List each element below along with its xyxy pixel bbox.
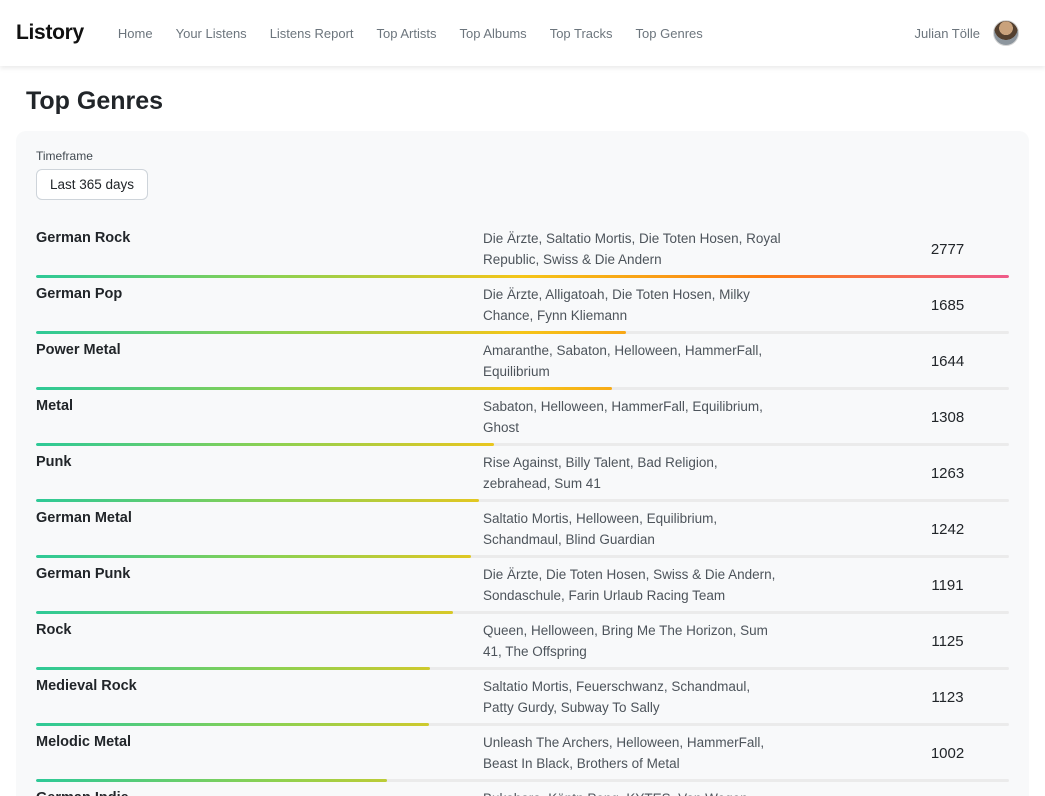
genre-row-content: RockQueen, Helloween, Bring Me The Horiz…: [36, 614, 1009, 667]
nav-item-top-albums[interactable]: Top Albums: [459, 26, 526, 41]
genre-row-content: German PopDie Ärzte, Alligatoah, Die Tot…: [36, 278, 1009, 331]
genre-row: German MetalSaltatio Mortis, Helloween, …: [36, 502, 1009, 558]
app-logo[interactable]: Listory: [16, 21, 84, 45]
genre-bar-track: [36, 275, 1009, 278]
genre-artists: Saltatio Mortis, Feuerschwanz, Schandmau…: [483, 676, 783, 718]
genre-artists: Queen, Helloween, Bring Me The Horizon, …: [483, 620, 783, 662]
genre-bar-fill: [36, 723, 429, 726]
nav-item-top-tracks[interactable]: Top Tracks: [550, 26, 613, 41]
genre-name: Melodic Metal: [36, 732, 483, 750]
genre-artists: Sabaton, Helloween, HammerFall, Equilibr…: [483, 396, 783, 438]
genre-bar-fill: [36, 555, 471, 558]
genre-artists: Amaranthe, Sabaton, Helloween, HammerFal…: [483, 340, 783, 382]
genre-bar-track: [36, 779, 1009, 782]
genre-name: German Pop: [36, 284, 483, 302]
genre-bar-track: [36, 387, 1009, 390]
nav-item-home[interactable]: Home: [118, 26, 153, 41]
genre-artists: Saltatio Mortis, Helloween, Equilibrium,…: [483, 508, 783, 550]
genre-name: German Punk: [36, 564, 483, 582]
nav-item-your-listens[interactable]: Your Listens: [176, 26, 247, 41]
nav-item-top-artists[interactable]: Top Artists: [377, 26, 437, 41]
genre-count: 1123: [886, 689, 1009, 706]
genres-table: German RockDie Ärzte, Saltatio Mortis, D…: [36, 222, 1009, 796]
genre-row: Power MetalAmaranthe, Sabaton, Helloween…: [36, 334, 1009, 390]
genre-name: German Rock: [36, 228, 483, 246]
genre-row: PunkRise Against, Billy Talent, Bad Reli…: [36, 446, 1009, 502]
genre-row-content: German RockDie Ärzte, Saltatio Mortis, D…: [36, 222, 1009, 275]
genre-name: Power Metal: [36, 340, 483, 358]
genre-artists: Bukahara, Käptn Peng, KYTES, Von Wegen L…: [483, 788, 783, 796]
genre-row-content: German IndieBukahara, Käptn Peng, KYTES,…: [36, 782, 1009, 796]
genre-bar-track: [36, 555, 1009, 558]
genre-count: 1308: [886, 409, 1009, 426]
genre-bar-fill: [36, 275, 1009, 278]
genre-row-content: PunkRise Against, Billy Talent, Bad Reli…: [36, 446, 1009, 499]
genre-bar-track: [36, 331, 1009, 334]
genre-bar-fill: [36, 779, 387, 782]
nav-item-listens-report[interactable]: Listens Report: [270, 26, 354, 41]
user-name[interactable]: Julian Tölle: [914, 26, 980, 41]
genre-row: Melodic MetalUnleash The Archers, Hellow…: [36, 726, 1009, 782]
genre-bar-track: [36, 499, 1009, 502]
page-title: Top Genres: [26, 87, 1045, 116]
genre-row: German IndieBukahara, Käptn Peng, KYTES,…: [36, 782, 1009, 796]
genre-name: Medieval Rock: [36, 676, 483, 694]
main-content: Top Genres Timeframe Last 365 days Germa…: [0, 87, 1045, 796]
timeframe-label: Timeframe: [36, 149, 1009, 163]
top-genres-panel: Timeframe Last 365 days German RockDie Ä…: [16, 131, 1029, 796]
genre-row-content: German PunkDie Ärzte, Die Toten Hosen, S…: [36, 558, 1009, 611]
genre-row-content: Power MetalAmaranthe, Sabaton, Helloween…: [36, 334, 1009, 387]
genre-artists: Die Ärzte, Alligatoah, Die Toten Hosen, …: [483, 284, 783, 326]
genre-artists: Unleash The Archers, Helloween, HammerFa…: [483, 732, 783, 774]
genre-count: 1644: [886, 353, 1009, 370]
genre-artists: Rise Against, Billy Talent, Bad Religion…: [483, 452, 783, 494]
genre-count: 1242: [886, 521, 1009, 538]
nav-links: Home Your Listens Listens Report Top Artist…: [118, 26, 915, 41]
genre-bar-track: [36, 667, 1009, 670]
genre-row-content: Medieval RockSaltatio Mortis, Feuerschwa…: [36, 670, 1009, 723]
genre-bar-fill: [36, 611, 453, 614]
user-avatar[interactable]: [993, 20, 1019, 46]
genre-row: MetalSabaton, Helloween, HammerFall, Equ…: [36, 390, 1009, 446]
genre-name: German Indie: [36, 788, 483, 796]
genre-bar-track: [36, 443, 1009, 446]
genre-count: 1191: [886, 577, 1009, 594]
genre-bar-fill: [36, 499, 479, 502]
genre-count: 1263: [886, 465, 1009, 482]
timeframe-value: Last 365 days: [50, 177, 134, 192]
genre-name: Metal: [36, 396, 483, 414]
genre-count: 1125: [886, 633, 1009, 650]
genre-bar-track: [36, 611, 1009, 614]
genre-artists: Die Ärzte, Saltatio Mortis, Die Toten Ho…: [483, 228, 783, 270]
top-navbar: Listory Home Your Listens Listens Report To…: [0, 0, 1045, 66]
genre-bar-fill: [36, 667, 430, 670]
genre-name: German Metal: [36, 508, 483, 526]
genre-row-content: MetalSabaton, Helloween, HammerFall, Equ…: [36, 390, 1009, 443]
nav-user-area: Julian Tölle: [914, 20, 1019, 46]
nav-item-top-genres[interactable]: Top Genres: [636, 26, 703, 41]
genre-count: 2777: [886, 241, 1009, 258]
genre-row-content: German MetalSaltatio Mortis, Helloween, …: [36, 502, 1009, 555]
genre-bar-fill: [36, 443, 494, 446]
genre-row: German PunkDie Ärzte, Die Toten Hosen, S…: [36, 558, 1009, 614]
genre-bar-track: [36, 723, 1009, 726]
genre-row: German RockDie Ärzte, Saltatio Mortis, D…: [36, 222, 1009, 278]
genre-row: Medieval RockSaltatio Mortis, Feuerschwa…: [36, 670, 1009, 726]
genre-count: 1002: [886, 745, 1009, 762]
genre-artists: Die Ärzte, Die Toten Hosen, Swiss & Die …: [483, 564, 783, 606]
genre-bar-fill: [36, 387, 612, 390]
genre-row: German PopDie Ärzte, Alligatoah, Die Tot…: [36, 278, 1009, 334]
genre-bar-fill: [36, 331, 626, 334]
genre-row-content: Melodic MetalUnleash The Archers, Hellow…: [36, 726, 1009, 779]
timeframe-select[interactable]: Last 365 days: [36, 169, 148, 200]
genre-count: 1685: [886, 297, 1009, 314]
genre-name: Punk: [36, 452, 483, 470]
genre-name: Rock: [36, 620, 483, 638]
genre-row: RockQueen, Helloween, Bring Me The Horiz…: [36, 614, 1009, 670]
